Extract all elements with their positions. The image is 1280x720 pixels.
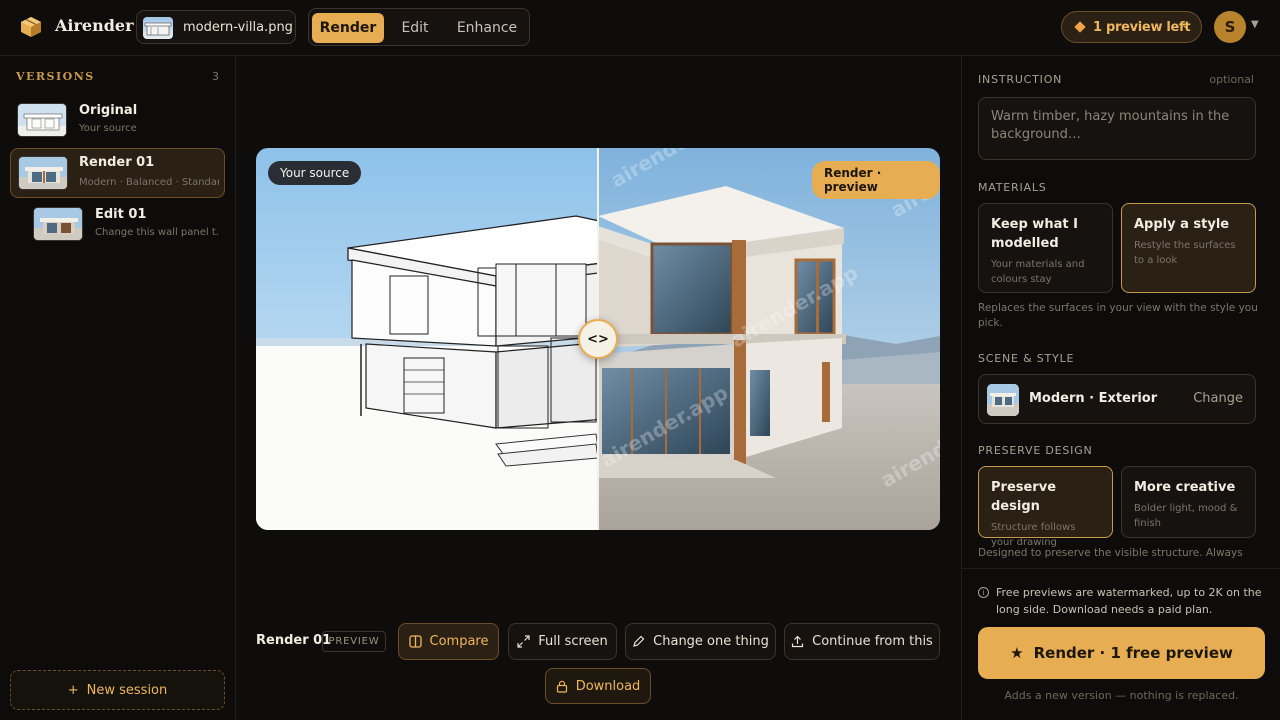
top-bar: Airender modern-villa.png Render Edit En…: [0, 0, 1280, 56]
version-title: Render 01: [79, 155, 155, 170]
source-badge: Your source: [268, 161, 362, 185]
divider: [962, 568, 1280, 569]
version-thumbnail: [17, 103, 67, 137]
file-chip[interactable]: modern-villa.png: [136, 10, 296, 44]
option-subtitle: Your materials and colours stay: [991, 259, 1085, 285]
compare-icon: [408, 635, 422, 648]
option-title: Preserve design: [991, 480, 1057, 514]
tab-edit[interactable]: Edit: [387, 13, 443, 43]
scene-style-name: Modern · Exterior: [1029, 391, 1158, 406]
instruction-label: INSTRUCTION: [978, 73, 1063, 86]
star-icon: ★: [1010, 644, 1024, 662]
chevron-down-icon: ⌄: [1181, 18, 1191, 31]
change-one-thing-label: Change one thing: [653, 634, 769, 649]
version-item-original[interactable]: Original Your source: [10, 96, 225, 146]
pencil-icon: [633, 635, 645, 647]
download-label: Download: [575, 678, 641, 694]
scroll-fade: [962, 556, 1280, 572]
version-thumbnail: [18, 156, 68, 190]
new-session-button[interactable]: + New session: [10, 670, 225, 710]
change-one-thing-button[interactable]: Change one thing: [625, 623, 776, 660]
version-item-render-01[interactable]: Render 01 Modern · Balanced · Standard: [10, 148, 225, 198]
new-session-label: New session: [86, 682, 168, 698]
versions-title: VERSIONS: [16, 70, 95, 83]
version-title: Original: [79, 103, 138, 118]
scene-style-selector[interactable]: Modern · Exterior Change: [978, 374, 1256, 424]
continue-from-this-button[interactable]: Continue from this: [784, 623, 940, 660]
version-title: Edit 01: [95, 207, 147, 222]
watermark-info: Free previews are watermarked, up to 2K …: [996, 586, 1262, 616]
change-scene-button[interactable]: Change: [1193, 391, 1243, 406]
plus-icon: +: [67, 682, 79, 698]
option-title: Keep what I modelled: [991, 217, 1078, 251]
optional-hint: optional: [1209, 73, 1254, 86]
render-button-label: Render · 1 free preview: [1033, 644, 1233, 662]
download-button[interactable]: Download: [545, 668, 651, 704]
option-title: More creative: [1134, 480, 1236, 495]
compare-button[interactable]: Compare: [398, 623, 499, 660]
file-name: modern-villa.png: [183, 20, 293, 35]
version-subtitle: Your source: [79, 123, 137, 134]
version-item-edit-01[interactable]: Edit 01 Change this wall panel t...: [26, 200, 225, 250]
previews-left-button[interactable]: 1 preview left ⌄: [1061, 11, 1202, 43]
chevron-down-icon[interactable]: ▼: [1251, 19, 1259, 30]
more-creative-option[interactable]: More creative Bolder light, mood & finis…: [1121, 466, 1256, 538]
render-button[interactable]: ★ Render · 1 free preview: [978, 627, 1265, 679]
option-subtitle: Restyle the surfaces to a look: [1134, 240, 1236, 266]
mode-switcher: Render Edit Enhance: [308, 8, 530, 46]
avatar[interactable]: S: [1214, 11, 1246, 43]
preview-tag: PREVIEW: [322, 631, 386, 652]
materials-label: MATERIALS: [978, 181, 1047, 194]
fullscreen-button[interactable]: Full screen: [508, 623, 617, 660]
file-thumbnail: [143, 17, 173, 39]
fullscreen-label: Full screen: [538, 634, 608, 649]
lock-icon: [556, 680, 567, 693]
option-subtitle: Bolder light, mood & finish: [1134, 503, 1238, 529]
diamond-icon: [1074, 21, 1086, 33]
instruction-input[interactable]: Warm timber, hazy mountains in the backg…: [978, 97, 1256, 160]
continue-from-this-label: Continue from this: [812, 634, 933, 649]
scene-thumbnail: [987, 384, 1019, 416]
scene-style-label: SCENE & STYLE: [978, 352, 1075, 365]
compare-slider-handle[interactable]: <>: [578, 319, 618, 359]
version-subtitle: Change this wall panel t...: [95, 227, 220, 238]
version-subtitle: Modern · Balanced · Standard: [79, 177, 219, 188]
previews-left-label: 1 preview left: [1093, 20, 1191, 35]
render-footnote: Adds a new version — nothing is replaced…: [1004, 689, 1239, 702]
upload-icon: [792, 635, 804, 648]
option-title: Apply a style: [1134, 217, 1230, 232]
current-version-label: Render 01: [256, 633, 332, 648]
compare-viewer[interactable]: airender.app airender.app airender.app a…: [256, 148, 940, 530]
tab-render[interactable]: Render: [312, 13, 384, 43]
version-thumbnail: [33, 207, 83, 241]
logo-cube-icon: [21, 17, 41, 37]
preserve-design-option[interactable]: Preserve design Structure follows your d…: [978, 466, 1113, 548]
versions-count: 3: [212, 70, 219, 83]
versions-sidebar: VERSIONS 3 Original Your source Render 0…: [0, 56, 236, 720]
compare-label: Compare: [429, 634, 489, 649]
render-preview-badge: Render · preview: [812, 161, 940, 199]
app-name[interactable]: Airender: [55, 16, 134, 35]
materials-style-option[interactable]: Apply a style Restyle the surfaces to a …: [1121, 203, 1256, 293]
materials-helper: Replaces the surfaces in your view with …: [978, 302, 1258, 329]
settings-panel: INSTRUCTION optional Warm timber, hazy m…: [961, 56, 1280, 720]
tab-enhance[interactable]: Enhance: [447, 13, 527, 43]
preserve-design-label: PRESERVE DESIGN: [978, 444, 1093, 457]
expand-icon: [517, 635, 530, 648]
materials-keep-option[interactable]: Keep what I modelled Your materials and …: [978, 203, 1113, 293]
